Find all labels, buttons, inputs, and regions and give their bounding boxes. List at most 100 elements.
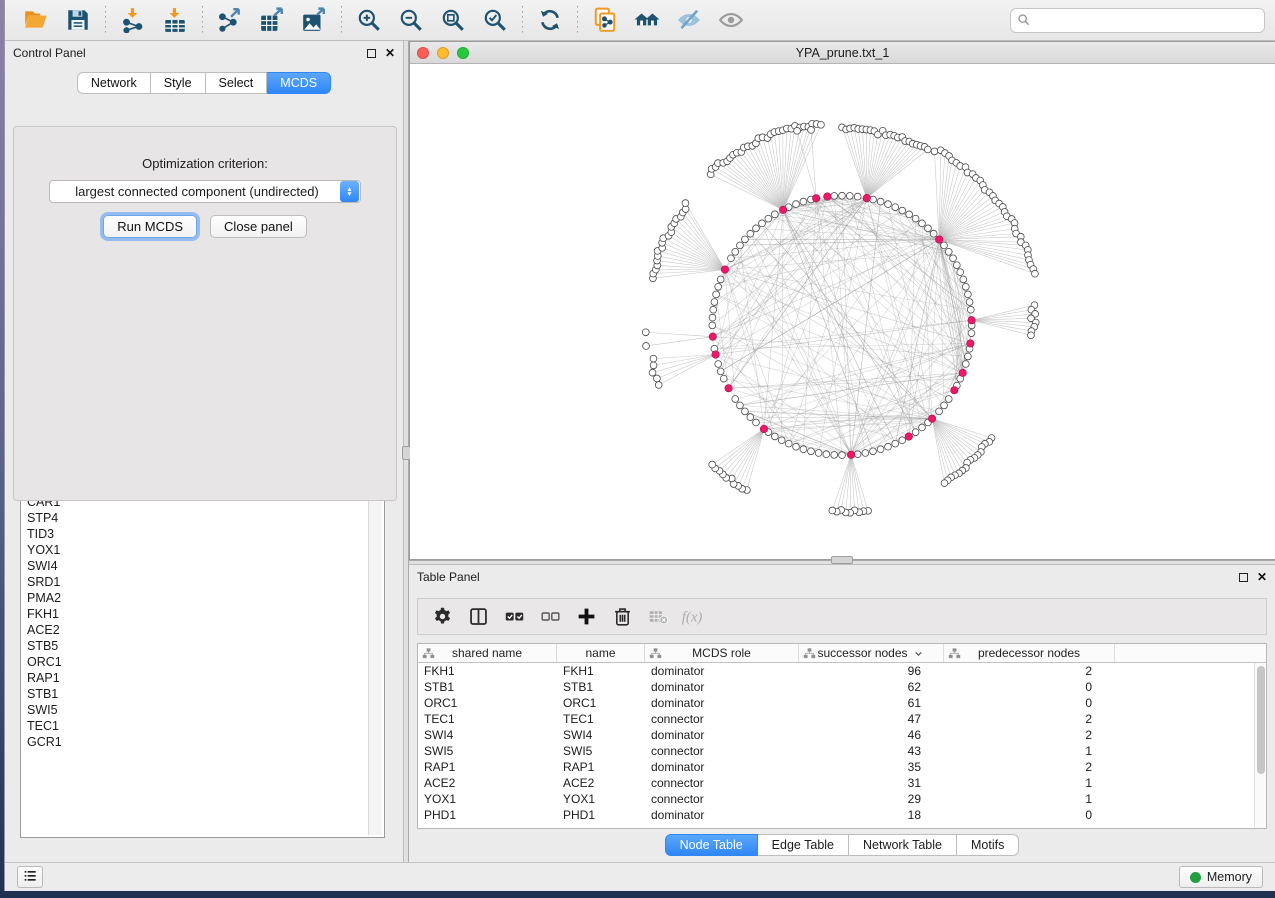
mcds-hub-node[interactable] — [712, 351, 719, 358]
network-node[interactable] — [742, 236, 749, 243]
network-node[interactable] — [742, 408, 749, 415]
column-header-MCDS-role[interactable]: MCDS role — [645, 644, 799, 662]
tab-select[interactable]: Select — [206, 72, 268, 94]
deselect-all-button[interactable] — [534, 602, 566, 632]
hide-selected-button[interactable] — [668, 3, 710, 37]
network-node[interactable] — [753, 419, 760, 426]
export-image-button[interactable] — [293, 3, 335, 37]
network-node[interactable] — [966, 299, 973, 306]
mcds-hub-node[interactable] — [951, 387, 958, 394]
network-node[interactable] — [728, 255, 735, 262]
zoom-fit-button[interactable] — [432, 3, 474, 37]
table-row[interactable]: RAP1RAP1dominator352 — [418, 759, 1266, 775]
network-node[interactable] — [747, 414, 754, 421]
network-node[interactable] — [778, 437, 785, 444]
network-node[interactable] — [854, 193, 861, 200]
network-node[interactable] — [737, 402, 744, 409]
tab-edge-table[interactable]: Edge Table — [758, 834, 849, 856]
mcds-hub-node[interactable] — [959, 369, 966, 376]
table-row[interactable]: SWI5SWI5connector431 — [418, 743, 1266, 759]
mcds-hub-node[interactable] — [847, 451, 854, 458]
mcds-result-item[interactable]: RAP1 — [23, 670, 368, 686]
mcds-result-item[interactable]: ACE2 — [23, 622, 368, 638]
network-node[interactable] — [919, 220, 926, 227]
network-node[interactable] — [711, 299, 718, 306]
network-node[interactable] — [862, 450, 869, 457]
memory-button[interactable]: Memory — [1179, 866, 1263, 888]
mcds-result-item[interactable]: TID3 — [23, 526, 368, 542]
network-node[interactable] — [1032, 270, 1039, 277]
network-node[interactable] — [793, 201, 800, 208]
network-node[interactable] — [960, 276, 967, 283]
gear-button[interactable] — [426, 602, 458, 632]
network-node[interactable] — [715, 361, 722, 368]
table-row[interactable]: PHD1PHD1dominator180 — [418, 807, 1266, 823]
minimize-traffic-light[interactable] — [437, 47, 449, 59]
network-node[interactable] — [709, 314, 716, 321]
select-all-button[interactable] — [498, 602, 530, 632]
float-window-icon[interactable] — [367, 49, 376, 58]
column-header-shared-name[interactable]: shared name — [418, 644, 557, 662]
task-history-button[interactable] — [17, 866, 43, 888]
network-node[interactable] — [962, 283, 969, 290]
table-scrollbar-thumb[interactable] — [1257, 666, 1265, 774]
import-table-button[interactable] — [154, 3, 196, 37]
network-node[interactable] — [924, 146, 931, 153]
tab-style[interactable]: Style — [151, 72, 206, 94]
mcds-result-item[interactable]: STB5 — [23, 638, 368, 654]
network-node[interactable] — [968, 330, 975, 337]
network-node[interactable] — [732, 248, 739, 255]
network-node[interactable] — [941, 242, 948, 249]
network-node[interactable] — [925, 225, 932, 232]
network-node[interactable] — [906, 211, 913, 218]
mcds-result-item[interactable]: PMA2 — [23, 590, 368, 606]
table-row[interactable]: YOX1YOX1connector291 — [418, 791, 1266, 807]
network-node[interactable] — [957, 269, 964, 276]
tab-node-table[interactable]: Node Table — [665, 834, 758, 856]
network-node[interactable] — [892, 204, 899, 211]
mcds-hub-node[interactable] — [721, 266, 728, 273]
network-node[interactable] — [823, 451, 830, 458]
network-node[interactable] — [649, 369, 656, 376]
close-panel-icon[interactable]: ✕ — [385, 47, 395, 59]
mcds-hub-node[interactable] — [905, 433, 912, 440]
columns-button[interactable] — [462, 602, 494, 632]
network-node[interactable] — [950, 255, 957, 262]
horizontal-splitter[interactable] — [409, 560, 1275, 565]
mcds-result-item[interactable]: YOX1 — [23, 542, 368, 558]
refresh-button[interactable] — [529, 3, 571, 37]
mcds-result-item[interactable]: SRD1 — [23, 574, 368, 590]
network-node[interactable] — [839, 452, 846, 459]
network-node[interactable] — [912, 429, 919, 436]
mcds-hub-node[interactable] — [935, 236, 942, 243]
network-node[interactable] — [965, 291, 972, 298]
network-node[interactable] — [831, 193, 838, 200]
tab-motifs[interactable]: Motifs — [957, 834, 1019, 856]
table-row[interactable]: FKH1FKH1dominator962 — [418, 663, 1266, 679]
run-mcds-button[interactable]: Run MCDS — [103, 215, 197, 238]
close-traffic-light[interactable] — [417, 47, 429, 59]
network-node[interactable] — [709, 461, 716, 468]
network-node[interactable] — [650, 355, 657, 362]
network-node[interactable] — [682, 200, 689, 207]
network-node[interactable] — [808, 448, 815, 455]
mcds-result-item[interactable]: SWI5 — [23, 702, 368, 718]
tab-network[interactable]: Network — [77, 72, 151, 94]
mcds-hub-node[interactable] — [725, 385, 732, 392]
column-header-name[interactable]: name — [557, 644, 645, 662]
network-node[interactable] — [899, 437, 906, 444]
network-node[interactable] — [800, 198, 807, 205]
network-node[interactable] — [715, 283, 722, 290]
network-node[interactable] — [737, 242, 744, 249]
network-node[interactable] — [808, 126, 815, 133]
network-node[interactable] — [962, 361, 969, 368]
splitter-handle[interactable] — [831, 556, 853, 564]
delete-button[interactable] — [606, 602, 638, 632]
network-node[interactable] — [912, 215, 919, 222]
network-canvas[interactable] — [410, 64, 1275, 559]
table-row[interactable]: ACE2ACE2connector311 — [418, 775, 1266, 791]
zoom-traffic-light[interactable] — [457, 47, 469, 59]
table-row[interactable]: SWI4SWI4dominator462 — [418, 727, 1266, 743]
export-network-button[interactable] — [209, 3, 251, 37]
close-panel-button[interactable]: Close panel — [210, 215, 307, 238]
